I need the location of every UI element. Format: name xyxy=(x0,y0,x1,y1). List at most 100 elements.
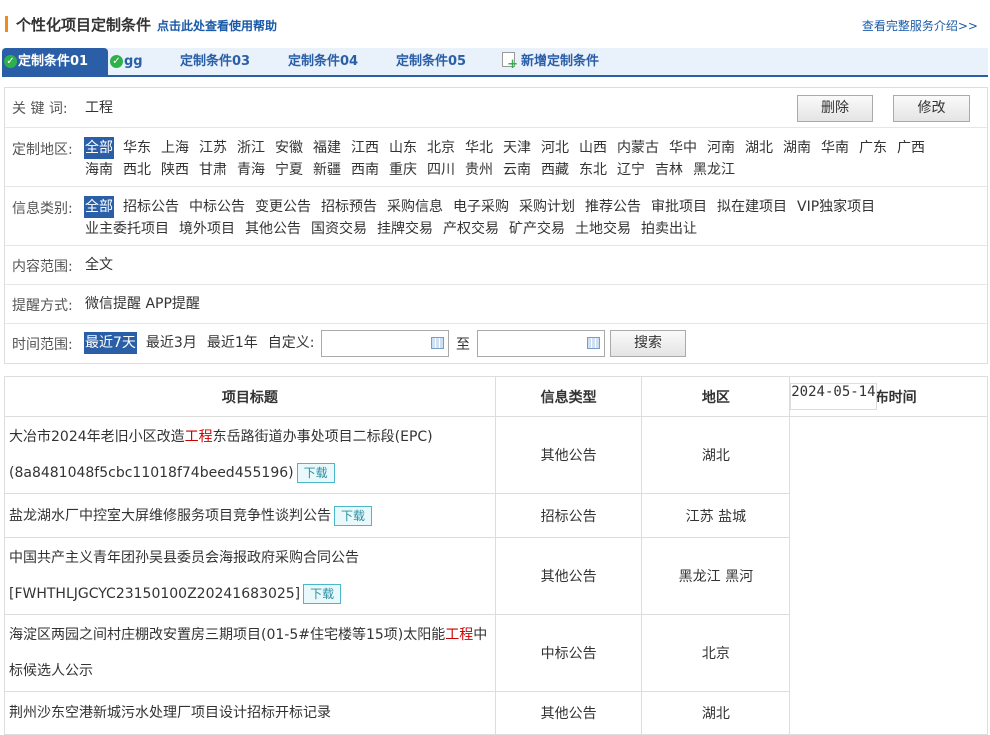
info-type-option[interactable]: 其他公告 xyxy=(244,218,302,240)
info-type-option[interactable]: 采购计划 xyxy=(518,196,576,218)
help-link[interactable]: 点击此处查看使用帮助 xyxy=(157,17,277,34)
region-option[interactable]: 海南 xyxy=(84,159,114,181)
region-option[interactable]: 湖北 xyxy=(744,137,774,159)
download-button[interactable]: 下载 xyxy=(296,463,335,483)
region-option[interactable]: 广东 xyxy=(858,137,888,159)
info-type-option[interactable]: 审批项目 xyxy=(650,196,708,218)
region-option[interactable]: 西南 xyxy=(350,159,380,181)
start-date-input[interactable] xyxy=(321,330,449,357)
calendar-icon[interactable] xyxy=(587,337,600,349)
check-icon: ✓ xyxy=(110,55,123,68)
custom-range-label: 自定义: xyxy=(267,335,315,351)
row-title-link[interactable]: 盐龙湖水厂中控室大屏维修服务项目竞争性谈判公告 xyxy=(9,508,331,524)
edit-button[interactable]: 修改 xyxy=(893,95,970,122)
row-title-cell[interactable]: 中国共产主义青年团孙吴县委员会海报政府采购合同公告[FWHTHLJGCYC231… xyxy=(4,537,496,615)
table-row[interactable]: 荆州沙东空港新城污水处理厂项目设计招标开标记录 其他公告 湖北 2024-05-14 xyxy=(4,382,988,735)
add-condition-tab[interactable]: 新增定制条件 xyxy=(502,48,599,75)
download-button[interactable]: 下载 xyxy=(334,505,373,526)
region-option[interactable]: 辽宁 xyxy=(616,159,646,181)
info-type-option[interactable]: 挂牌交易 xyxy=(376,218,434,240)
region-option[interactable]: 新疆 xyxy=(312,159,342,181)
info-type-option[interactable]: 全部 xyxy=(84,196,114,218)
row-title-cell[interactable]: 盐龙湖水厂中控室大屏维修服务项目竞争性谈判公告 下载 xyxy=(4,493,496,538)
delete-button[interactable]: 删除 xyxy=(797,95,873,122)
region-option[interactable]: 重庆 xyxy=(388,159,418,181)
region-option[interactable]: 华南 xyxy=(820,137,850,159)
info-type-option[interactable]: 境外项目 xyxy=(178,218,236,240)
download-button[interactable]: 下载 xyxy=(303,584,342,604)
region-option[interactable]: 吉林 xyxy=(654,159,684,181)
region-option[interactable]: 贵州 xyxy=(464,159,494,181)
region-option[interactable]: 北京 xyxy=(426,137,456,159)
info-type-option[interactable]: 采购信息 xyxy=(386,196,444,218)
region-option[interactable]: 宁夏 xyxy=(274,159,304,181)
region-option[interactable]: 河南 xyxy=(706,137,736,159)
info-type-option[interactable]: 中标公告 xyxy=(188,196,246,218)
row-title-cell[interactable]: 海淀区两园之间村庄棚改安置房三期项目(01-5#住宅楼等15项)太阳能工程中标候… xyxy=(4,614,496,692)
region-option[interactable]: 上海 xyxy=(160,137,190,159)
region-option[interactable]: 四川 xyxy=(426,159,456,181)
calendar-icon[interactable] xyxy=(431,337,444,349)
info-type-option[interactable]: 招标预告 xyxy=(320,196,378,218)
table-row[interactable]: 中国共产主义青年团孙吴县委员会海报政府采购合同公告[FWHTHLJGCYC231… xyxy=(4,382,988,615)
region-option[interactable]: 天津 xyxy=(502,137,532,159)
info-type-option[interactable]: 招标公告 xyxy=(122,196,180,218)
region-option[interactable]: 河北 xyxy=(540,137,570,159)
region-option[interactable]: 甘肃 xyxy=(198,159,228,181)
region-option[interactable]: 安徽 xyxy=(274,137,304,159)
region-option[interactable]: 华北 xyxy=(464,137,494,159)
info-type-option[interactable]: 矿产交易 xyxy=(508,218,566,240)
region-option[interactable]: 青海 xyxy=(236,159,266,181)
region-option[interactable]: 西藏 xyxy=(540,159,570,181)
tab-condition-03[interactable]: 定制条件03 xyxy=(180,48,250,75)
table-row[interactable]: 海淀区两园之间村庄棚改安置房三期项目(01-5#住宅楼等15项)太阳能工程中标候… xyxy=(4,382,988,692)
info-type-option[interactable]: 业主委托项目 xyxy=(84,218,170,240)
region-option[interactable]: 山西 xyxy=(578,137,608,159)
region-option[interactable]: 江西 xyxy=(350,137,380,159)
info-type-option[interactable]: 国资交易 xyxy=(310,218,368,240)
remind-row: 提醒方式: 微信提醒 APP提醒 xyxy=(5,285,987,324)
row-title-link[interactable]: 海淀区两园之间村庄棚改安置房三期项目(01-5#住宅楼等15项)太阳能工程中标候… xyxy=(9,627,487,679)
info-type-option[interactable]: 电子采购 xyxy=(452,196,510,218)
region-option[interactable]: 浙江 xyxy=(236,137,266,159)
info-type-option[interactable]: 拍卖出让 xyxy=(640,218,698,240)
tab-condition-05[interactable]: 定制条件05 xyxy=(396,48,466,75)
region-option[interactable]: 福建 xyxy=(312,137,342,159)
region-option[interactable]: 东北 xyxy=(578,159,608,181)
time-range-option[interactable]: 最近3月 xyxy=(145,332,198,354)
row-type-cell: 其他公告 xyxy=(494,537,643,615)
region-option[interactable]: 广西 xyxy=(896,137,926,159)
region-option[interactable]: 华中 xyxy=(668,137,698,159)
region-option[interactable]: 全部 xyxy=(84,137,114,159)
table-row[interactable]: 大冶市2024年老旧小区改造工程东岳路街道办事处项目二标段(EPC)(8a848… xyxy=(4,382,988,494)
end-date-input[interactable] xyxy=(477,330,605,357)
info-type-option[interactable]: 变更公告 xyxy=(254,196,312,218)
row-title-cell[interactable]: 大冶市2024年老旧小区改造工程东岳路街道办事处项目二标段(EPC)(8a848… xyxy=(4,416,496,494)
tab-condition-04[interactable]: 定制条件04 xyxy=(288,48,358,75)
region-option[interactable]: 江苏 xyxy=(198,137,228,159)
table-row[interactable]: 盐龙湖水厂中控室大屏维修服务项目竞争性谈判公告下载招标公告江苏 盐城2024-0… xyxy=(4,382,988,538)
info-type-option[interactable]: 拟在建项目 xyxy=(716,196,788,218)
region-option[interactable]: 西北 xyxy=(122,159,152,181)
region-option[interactable]: 山东 xyxy=(388,137,418,159)
region-option[interactable]: 黑龙江 xyxy=(692,159,736,181)
row-title-link[interactable]: 荆州沙东空港新城污水处理厂项目设计招标开标记录 xyxy=(9,705,331,721)
info-type-option[interactable]: VIP独家项目 xyxy=(796,196,876,218)
service-intro-link[interactable]: 查看完整服务介绍>> xyxy=(862,17,978,34)
info-type-option[interactable]: 土地交易 xyxy=(574,218,632,240)
region-option[interactable]: 湖南 xyxy=(782,137,812,159)
row-title-link[interactable]: 大冶市2024年老旧小区改造工程东岳路街道办事处项目二标段(EPC)(8a848… xyxy=(9,429,433,481)
time-range-option[interactable]: 最近7天 xyxy=(84,332,137,354)
info-type-option[interactable]: 产权交易 xyxy=(442,218,500,240)
search-button[interactable]: 搜索 xyxy=(610,330,686,357)
region-option[interactable]: 陕西 xyxy=(160,159,190,181)
tab-condition-01[interactable]: ✓ 定制条件01 xyxy=(2,48,108,75)
info-type-option[interactable]: 推荐公告 xyxy=(584,196,642,218)
region-option[interactable]: 华东 xyxy=(122,137,152,159)
content-scope-value[interactable]: 全文 xyxy=(84,254,114,276)
time-range-option[interactable]: 最近1年 xyxy=(206,332,259,354)
tab-gg[interactable]: ✓ gg xyxy=(108,48,143,75)
region-option[interactable]: 云南 xyxy=(502,159,532,181)
region-option[interactable]: 内蒙古 xyxy=(616,137,660,159)
row-title-cell[interactable]: 荆州沙东空港新城污水处理厂项目设计招标开标记录 xyxy=(4,691,496,735)
